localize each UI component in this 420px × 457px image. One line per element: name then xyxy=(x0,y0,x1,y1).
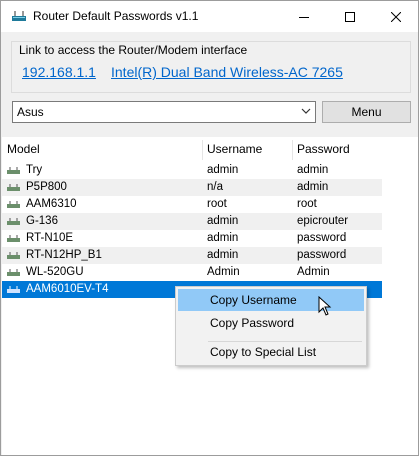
password-cell: admin xyxy=(297,181,329,193)
username-cell: admin xyxy=(207,164,239,176)
model-cell: AAM6310 xyxy=(26,198,77,210)
maximize-button[interactable] xyxy=(327,1,373,32)
maximize-icon xyxy=(345,11,355,22)
model-cell: AAM6010EV-T4 xyxy=(26,283,109,295)
table-row[interactable]: G-136 admin epicrouter xyxy=(2,213,382,230)
model-cell: RT-N10E xyxy=(26,232,74,244)
model-cell: WL-520GU xyxy=(26,266,84,278)
router-icon xyxy=(7,286,20,293)
password-cell: root xyxy=(297,198,317,210)
title-bar[interactable]: Router Default Passwords v1.1 xyxy=(1,1,418,32)
username-cell: Admin xyxy=(207,266,240,278)
model-cell: Try xyxy=(26,164,43,176)
router-icon xyxy=(7,201,20,208)
router-icon xyxy=(7,184,20,191)
window-title: Router Default Passwords v1.1 xyxy=(33,9,199,23)
menu-item-label: Copy to Special List xyxy=(210,345,317,359)
brand-select-value: Asus xyxy=(17,105,44,119)
close-icon xyxy=(391,11,401,22)
menu-button[interactable]: Menu xyxy=(322,101,411,123)
column-divider[interactable] xyxy=(292,140,293,160)
menu-item-copy-password[interactable]: Copy Password xyxy=(178,312,364,334)
menu-item-copy-username[interactable]: Copy Username xyxy=(178,289,364,311)
app-window: Router Default Passwords v1.1 Link to ac… xyxy=(0,0,419,456)
username-cell: admin xyxy=(207,249,239,261)
model-cell: G-136 xyxy=(26,215,58,227)
password-cell: password xyxy=(297,232,347,244)
column-header-password[interactable]: Password xyxy=(297,142,350,156)
password-cell: admin xyxy=(297,164,329,176)
menu-item-label: Copy Username xyxy=(210,293,297,307)
password-cell: password xyxy=(297,249,347,261)
menu-item-copy-to-special-list[interactable]: Copy to Special List xyxy=(178,341,364,363)
table-row[interactable]: P5P800 n/a admin xyxy=(2,179,382,196)
minimize-icon xyxy=(299,16,309,18)
router-icon xyxy=(12,11,26,21)
router-icon xyxy=(7,167,20,174)
minimize-button[interactable] xyxy=(281,1,327,32)
network-adapter-link[interactable]: Intel(R) Dual Band Wireless-AC 7265 xyxy=(111,64,343,80)
table-row[interactable]: RT-N12HP_B1 admin password xyxy=(2,247,382,264)
column-header-username[interactable]: Username xyxy=(207,142,262,156)
username-cell: admin xyxy=(207,232,239,244)
column-divider[interactable] xyxy=(202,140,203,160)
table-row[interactable]: WL-520GU Admin Admin xyxy=(2,264,382,281)
menu-item-label: Copy Password xyxy=(210,316,295,330)
password-cell: Admin xyxy=(297,266,330,278)
chevron-down-icon xyxy=(301,108,311,114)
table-row[interactable]: AAM6310 root root xyxy=(2,196,382,213)
model-cell: P5P800 xyxy=(26,181,67,193)
username-cell: admin xyxy=(207,215,239,227)
username-cell: root xyxy=(207,198,227,210)
router-icon xyxy=(7,235,20,242)
context-menu: Copy Username Copy Password Copy to Spec… xyxy=(175,286,367,366)
model-cell: RT-N12HP_B1 xyxy=(26,249,102,261)
router-icon xyxy=(7,252,20,259)
router-icon xyxy=(7,218,20,225)
password-cell: epicrouter xyxy=(297,215,349,227)
close-button[interactable] xyxy=(373,1,419,32)
username-cell: n/a xyxy=(207,181,223,193)
group-caption: Link to access the Router/Modem interfac… xyxy=(18,43,249,57)
router-icon xyxy=(7,269,20,276)
table-row[interactable]: Try admin admin xyxy=(2,162,382,179)
table-row[interactable]: RT-N10E admin password xyxy=(2,230,382,247)
cursor-icon xyxy=(318,296,332,316)
router-ip-link[interactable]: 192.168.1.1 xyxy=(22,64,96,80)
column-header-model[interactable]: Model xyxy=(7,142,40,156)
brand-select[interactable]: Asus xyxy=(12,101,316,123)
